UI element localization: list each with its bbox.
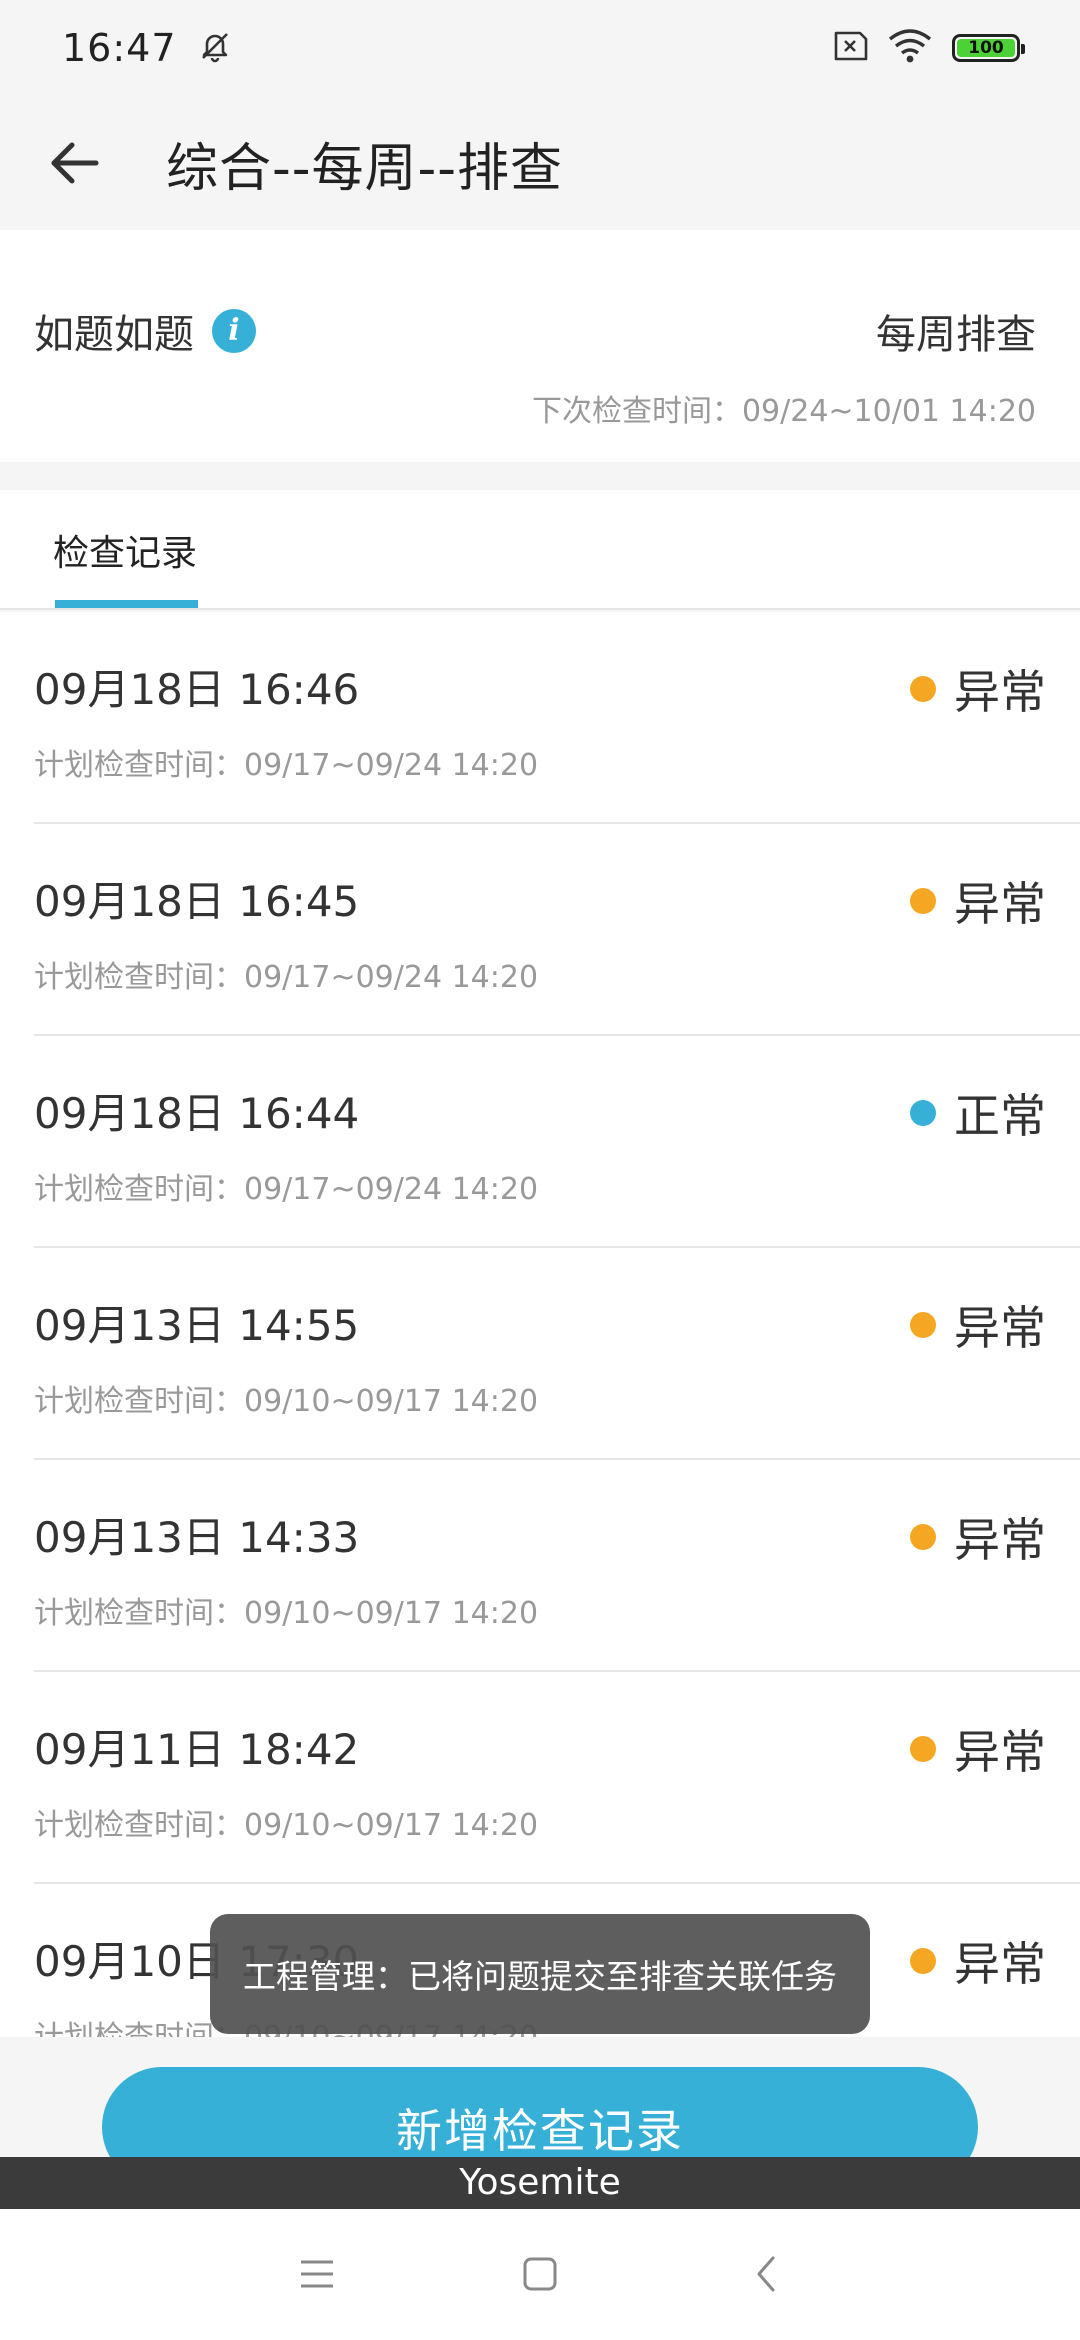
task-info-card: 如题如题 i 每周排查 下次检查时间：09/24~10/01 14:20	[0, 230, 1080, 462]
record-time: 09月18日 16:44	[34, 1089, 360, 1138]
record-time: 09月13日 14:33	[34, 1513, 360, 1562]
menu-icon[interactable]	[282, 2239, 352, 2309]
toast-message: 工程管理：已将问题提交至排查关联任务	[210, 1914, 870, 2034]
record-status-label: 异常	[954, 877, 1046, 931]
status-dot	[910, 1312, 936, 1338]
page-title: 综合--每周--排查	[166, 138, 564, 199]
records-list: 09月18日 16:46 计划检查时间：09/17~09/24 14:20 异常 09…	[0, 612, 1080, 2037]
app-header: 综合--每周--排查	[0, 96, 1080, 230]
status-dot	[910, 1100, 936, 1126]
record-status-label: 异常	[954, 1725, 1046, 1779]
record-status: 异常	[910, 1716, 1046, 1782]
record-plan-time: 计划检查时间：09/17~09/24 14:20	[34, 1172, 539, 1207]
record-status-label: 异常	[954, 1301, 1046, 1355]
status-right: 100	[832, 29, 1025, 67]
record-status: 正常	[910, 1080, 1046, 1146]
sim-none-icon	[832, 31, 868, 65]
record-row[interactable]: 09月13日 14:55 计划检查时间：09/10~09/17 14:20 异常	[34, 1248, 1080, 1460]
screen: 16:47 100 综合--每周--排查 如题如题 i 每周排查 下次检查时间：…	[0, 0, 1080, 2340]
record-time: 09月18日 16:45	[34, 877, 360, 926]
record-status-label: 异常	[954, 1937, 1046, 1991]
info-icon[interactable]: i	[212, 309, 256, 353]
record-plan-time: 计划检查时间：09/10~09/17 14:20	[34, 1596, 539, 1631]
bell-muted-icon	[197, 28, 233, 68]
task-name-row: 如题如题 i	[34, 302, 256, 360]
record-status-label: 异常	[954, 1513, 1046, 1567]
record-plan-time: 计划检查时间：09/17~09/24 14:20	[34, 748, 539, 783]
next-check-time: 下次检查时间：09/24~10/01 14:20	[531, 394, 1036, 429]
tab-active-indicator	[55, 600, 198, 608]
battery-level: 100	[957, 39, 1015, 57]
record-status: 异常	[910, 1292, 1046, 1358]
status-dot	[910, 1524, 936, 1550]
status-time: 16:47	[62, 26, 177, 70]
status-left: 16:47	[62, 26, 233, 70]
task-type: 每周排查	[876, 312, 1036, 358]
record-status: 异常	[910, 1928, 1046, 1994]
wifi-icon	[888, 29, 932, 67]
task-name: 如题如题	[34, 312, 194, 358]
record-time: 09月13日 14:55	[34, 1301, 360, 1350]
status-dot	[910, 676, 936, 702]
status-bar: 16:47 100	[0, 0, 1080, 96]
back-chevron-icon[interactable]	[732, 2239, 802, 2309]
record-row[interactable]: 09月18日 16:44 计划检查时间：09/17~09/24 14:20 正常	[34, 1036, 1080, 1248]
record-status: 异常	[910, 868, 1046, 934]
record-row[interactable]: 09月11日 18:42 计划检查时间：09/10~09/17 14:20 异常	[34, 1672, 1080, 1884]
status-dot	[910, 1948, 936, 1974]
back-button[interactable]	[0, 96, 150, 230]
record-status: 异常	[910, 1504, 1046, 1570]
record-time: 09月18日 16:46	[34, 665, 360, 714]
record-time: 09月11日 18:42	[34, 1725, 360, 1774]
keyboard-banner: Yosemite	[0, 2157, 1080, 2209]
status-dot	[910, 888, 936, 914]
tab-check-records[interactable]: 检查记录	[50, 490, 200, 608]
record-status-label: 正常	[954, 1089, 1046, 1143]
tabs-bar: 检查记录	[0, 490, 1080, 610]
record-plan-time: 计划检查时间：09/17~09/24 14:20	[34, 960, 539, 995]
record-status-label: 异常	[954, 665, 1046, 719]
record-plan-time: 计划检查时间：09/10~09/17 14:20	[34, 1808, 539, 1843]
record-row[interactable]: 09月18日 16:45 计划检查时间：09/17~09/24 14:20 异常	[34, 824, 1080, 1036]
status-dot	[910, 1736, 936, 1762]
record-plan-time: 计划检查时间：09/10~09/17 14:20	[34, 1384, 539, 1419]
record-row[interactable]: 09月13日 14:33 计划检查时间：09/10~09/17 14:20 异常	[34, 1460, 1080, 1672]
record-row[interactable]: 09月18日 16:46 计划检查时间：09/17~09/24 14:20 异常	[34, 612, 1080, 824]
record-status: 异常	[910, 656, 1046, 722]
battery-icon: 100	[952, 34, 1025, 62]
system-nav-bar	[0, 2209, 1080, 2340]
home-square-icon[interactable]	[505, 2239, 575, 2309]
arrow-left-icon	[51, 142, 99, 184]
